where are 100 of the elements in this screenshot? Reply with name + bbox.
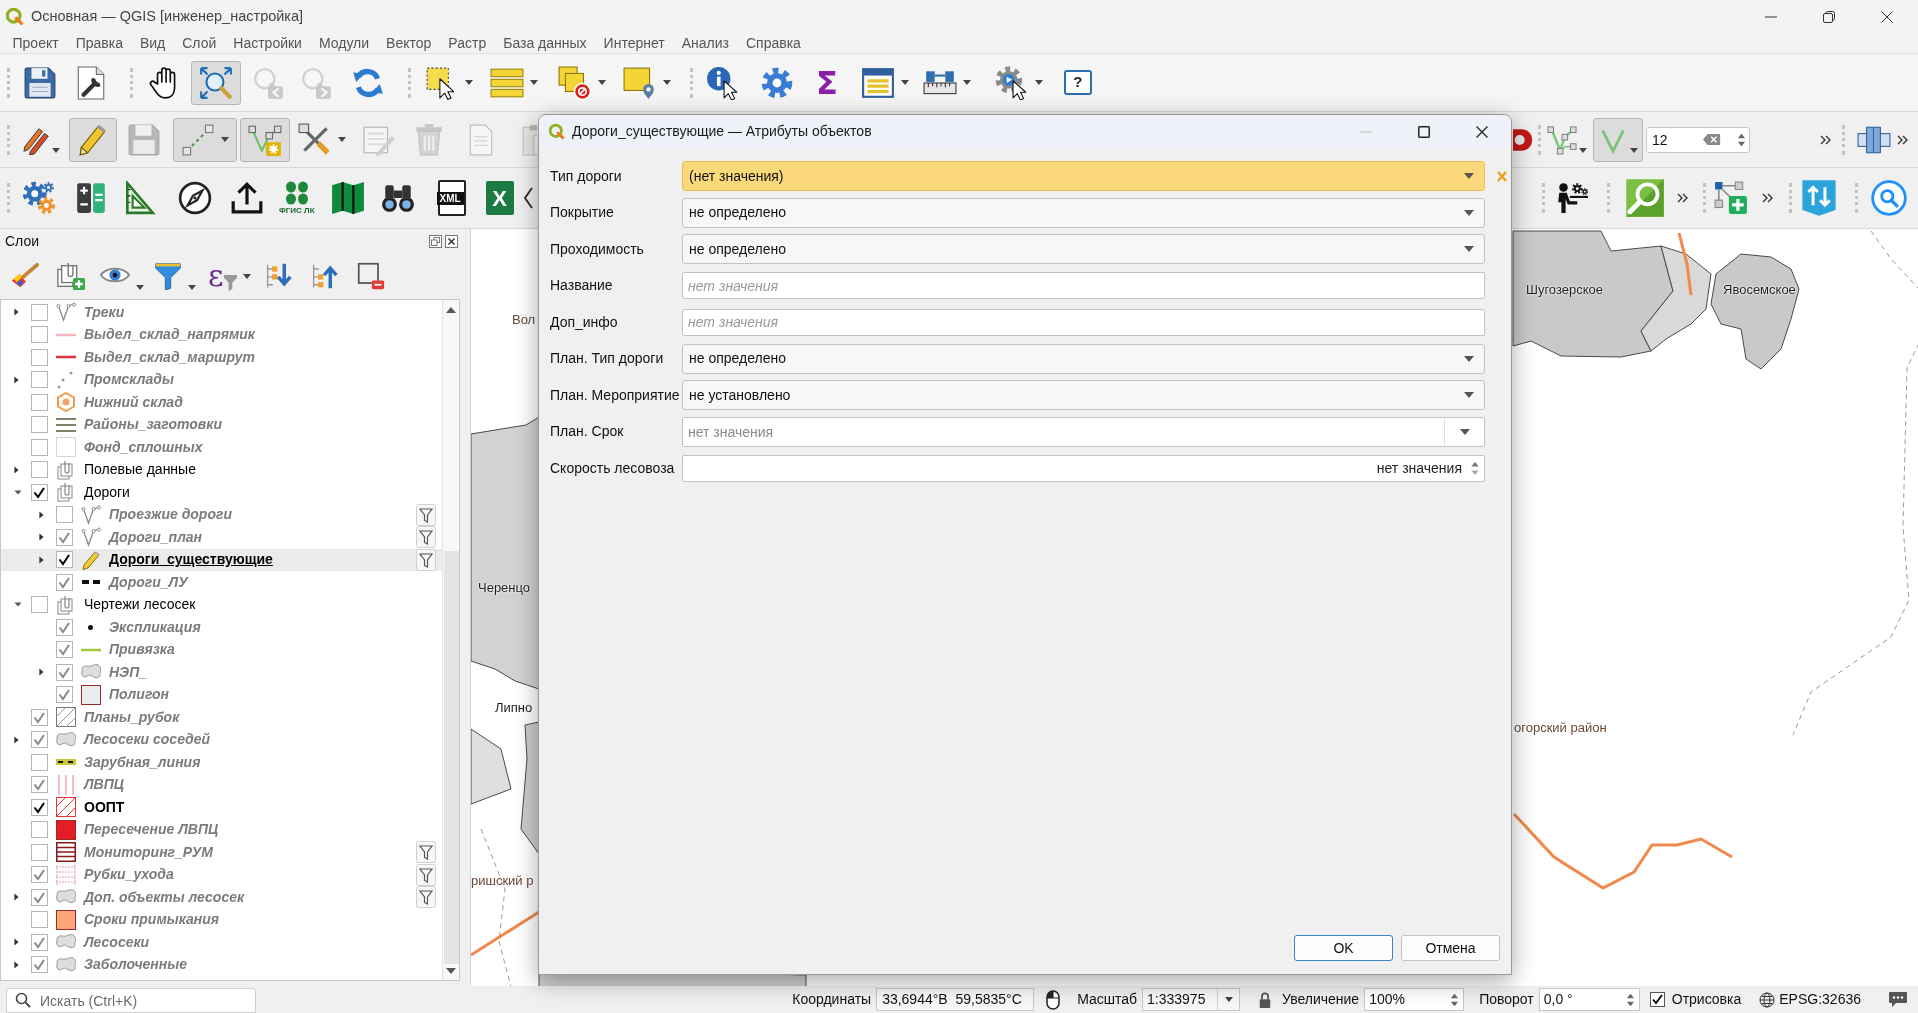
help-button[interactable]: ? [1059,60,1096,105]
expression-filter-button[interactable]: ε [204,258,255,294]
text-field[interactable]: нет значения [682,272,1485,299]
layer-checkbox[interactable] [56,663,73,681]
mouse-icon[interactable] [1045,989,1062,1010]
layer-item[interactable]: Дороги_существующие [1,548,442,571]
vertex-tool-button[interactable] [240,117,290,162]
date-field[interactable]: нет значения [682,416,1485,447]
expand-arrow-icon[interactable] [13,734,20,745]
filter-icon[interactable] [416,548,436,571]
float-panel-button[interactable] [429,234,442,248]
filter-icon[interactable] [416,863,436,886]
layer-checkbox[interactable] [31,753,48,771]
render-checkbox[interactable] [1649,992,1665,1007]
menu-item[interactable]: Слой [173,34,225,52]
number-field[interactable]: нет значения [682,454,1485,482]
search-field[interactable]: Искать (Ctrl+K) [6,988,256,1013]
filter-icon[interactable] [416,526,436,549]
dropdown[interactable]: не определено [682,234,1485,264]
cancel-button[interactable]: Отмена [1401,935,1500,961]
place-label: ришский р [471,872,534,890]
layer-checkbox[interactable] [31,371,48,389]
layer-checkbox[interactable] [31,393,48,411]
add-line-button[interactable] [173,117,237,162]
number-field[interactable]: 12 [1646,126,1750,153]
layer-checkbox[interactable] [31,798,48,816]
expand-arrow-icon[interactable] [38,667,45,678]
zoom-full-button[interactable] [191,60,241,105]
statistics-button[interactable]: Σ [808,60,846,105]
expand-arrow-icon[interactable] [38,554,45,565]
layer-checkbox[interactable] [31,776,48,794]
expand-arrow-icon[interactable] [13,937,20,948]
layer-checkbox[interactable] [31,933,48,951]
filter-icon[interactable] [416,841,436,864]
menu-item[interactable]: Растр [439,34,495,52]
layer-checkbox[interactable] [56,618,73,636]
layer-checkbox[interactable] [31,348,48,366]
layer-checkbox[interactable] [31,866,48,884]
dropdown[interactable]: не установлено [682,380,1485,410]
expand-arrow-icon[interactable] [13,601,23,609]
dropdown[interactable]: не определено [682,343,1485,374]
ok-button[interactable]: OK [1294,935,1393,961]
layer-checkbox[interactable] [56,573,73,591]
rotation-spinbox[interactable]: 0,0 ° [1538,988,1640,1011]
zoom-spinbox[interactable]: 100% [1364,988,1465,1011]
menu-item[interactable]: Интернет [595,34,674,52]
expand-arrow-icon[interactable] [13,374,20,385]
menu-item[interactable]: Проект [4,34,68,52]
layer-checkbox[interactable] [31,438,48,456]
text-field[interactable]: нет значения [682,308,1485,336]
layer-checkbox[interactable] [31,888,48,906]
layer-checkbox[interactable] [31,303,48,321]
expand-arrow-icon[interactable] [38,509,45,520]
dropdown[interactable]: (нет значения) [682,161,1485,191]
expand-arrow-icon[interactable] [13,892,20,903]
scale-dropdown[interactable]: 1:333975 [1142,988,1241,1011]
layer-checkbox[interactable] [56,551,73,569]
menu-item[interactable]: Анализ [673,34,738,52]
layer-checkbox[interactable] [31,843,48,861]
layer-checkbox[interactable] [31,708,48,726]
layer-checkbox[interactable] [56,528,73,546]
layer-checkbox[interactable] [31,326,48,344]
expand-arrow-icon[interactable] [13,307,20,318]
layer-checkbox[interactable] [56,686,73,704]
menu-item[interactable]: Вид [131,34,174,52]
layer-group-icon [56,459,76,480]
layer-checkbox[interactable] [56,641,73,659]
lock-icon[interactable] [1258,991,1273,1008]
magnifier-forward-icon [299,65,333,100]
layer-checkbox[interactable] [31,956,48,974]
layer-checkbox[interactable] [31,596,48,614]
toggle-editing-button[interactable] [69,117,117,162]
expand-arrow-icon[interactable] [13,464,20,475]
menu-item[interactable]: Вектор [377,34,440,52]
scrollbar[interactable] [442,300,459,980]
layer-checkbox[interactable] [31,731,48,749]
expand-arrow-icon[interactable] [13,959,20,970]
layer-checkbox[interactable] [56,506,73,524]
close-panel-button[interactable] [445,234,458,248]
layer-checkbox[interactable] [31,483,48,501]
menu-item[interactable]: Справка [737,34,810,52]
qgis-logo-icon [5,7,24,26]
layer-checkbox[interactable] [31,911,48,929]
fgis-button[interactable]: ФГИС ЛК [275,176,319,220]
expand-arrow-icon[interactable] [38,532,45,543]
menu-item[interactable]: Правка [67,34,132,52]
layer-checkbox[interactable] [31,821,48,839]
messages-icon[interactable] [1888,990,1908,1009]
layer-checkbox[interactable] [31,461,48,479]
crs-button[interactable]: EPSG:32636 [1759,989,1861,1010]
layer-checkbox[interactable] [31,416,48,434]
dropdown[interactable]: не определено [682,197,1485,228]
menu-item[interactable]: Модули [310,34,378,52]
expand-arrow-icon[interactable] [13,488,23,496]
filter-icon[interactable] [416,886,436,909]
menu-item[interactable]: База данных [494,34,596,52]
menu-item[interactable]: Настройки [224,34,311,52]
filter-icon[interactable] [416,503,436,526]
coordinate-field[interactable]: 33,6944°В 59,5835°С [876,988,1035,1011]
scrollbar-thumb[interactable] [443,551,459,964]
